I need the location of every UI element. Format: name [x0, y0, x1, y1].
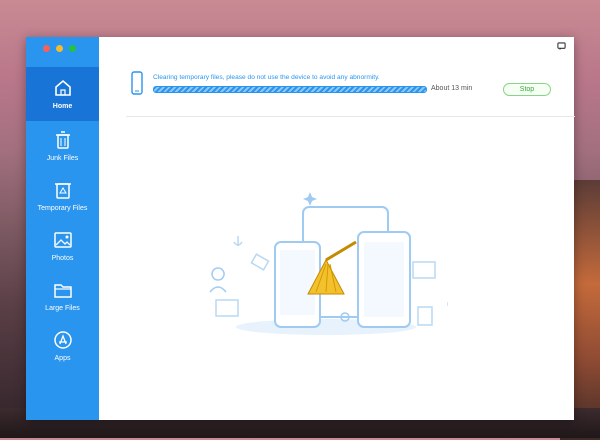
- trash-icon: [55, 131, 70, 149]
- sidebar-item-label: Large Files: [45, 305, 80, 312]
- status-text: Clearing temporary files, please do not …: [153, 74, 380, 81]
- cleaning-illustration: [209, 192, 448, 335]
- phone-icon: [131, 71, 143, 95]
- sidebar-item-label: Apps: [54, 355, 71, 362]
- main-content: Clearing temporary files, please do not …: [99, 37, 575, 420]
- sidebar-item-large-files[interactable]: Large Files: [26, 271, 99, 321]
- sidebar-item-label: Temporary Files: [37, 205, 88, 212]
- divider: [126, 116, 575, 117]
- sidebar-item-label: Photos: [51, 255, 74, 262]
- sidebar-item-photos[interactable]: Photos: [26, 221, 99, 271]
- recycle-bin-icon: [54, 183, 71, 199]
- folder-icon: [53, 284, 72, 298]
- sidebar-nav: Home Junk Files Temporary Files Photos L…: [26, 67, 99, 371]
- app-store-icon: [53, 331, 72, 349]
- close-button[interactable]: [43, 45, 50, 52]
- home-icon: [54, 79, 71, 96]
- feedback-icon[interactable]: [557, 42, 566, 51]
- sidebar-item-apps[interactable]: Apps: [26, 321, 99, 371]
- minimize-button[interactable]: [56, 45, 63, 52]
- photo-icon: [53, 232, 72, 248]
- sidebar-item-label: Home: [52, 103, 73, 110]
- app-window: Home Junk Files Temporary Files Photos L…: [26, 37, 575, 420]
- sidebar-item-home[interactable]: Home: [26, 67, 99, 121]
- sidebar: Home Junk Files Temporary Files Photos L…: [26, 37, 99, 420]
- sidebar-item-label: Junk Files: [46, 155, 79, 162]
- eta-text: About 13 min: [431, 85, 473, 92]
- stop-button[interactable]: Stop: [503, 83, 551, 96]
- progress-bar: [153, 86, 427, 93]
- sidebar-item-junk-files[interactable]: Junk Files: [26, 121, 99, 171]
- sidebar-item-temporary-files[interactable]: Temporary Files: [26, 171, 99, 221]
- zoom-button[interactable]: [69, 45, 76, 52]
- window-controls: [43, 45, 76, 52]
